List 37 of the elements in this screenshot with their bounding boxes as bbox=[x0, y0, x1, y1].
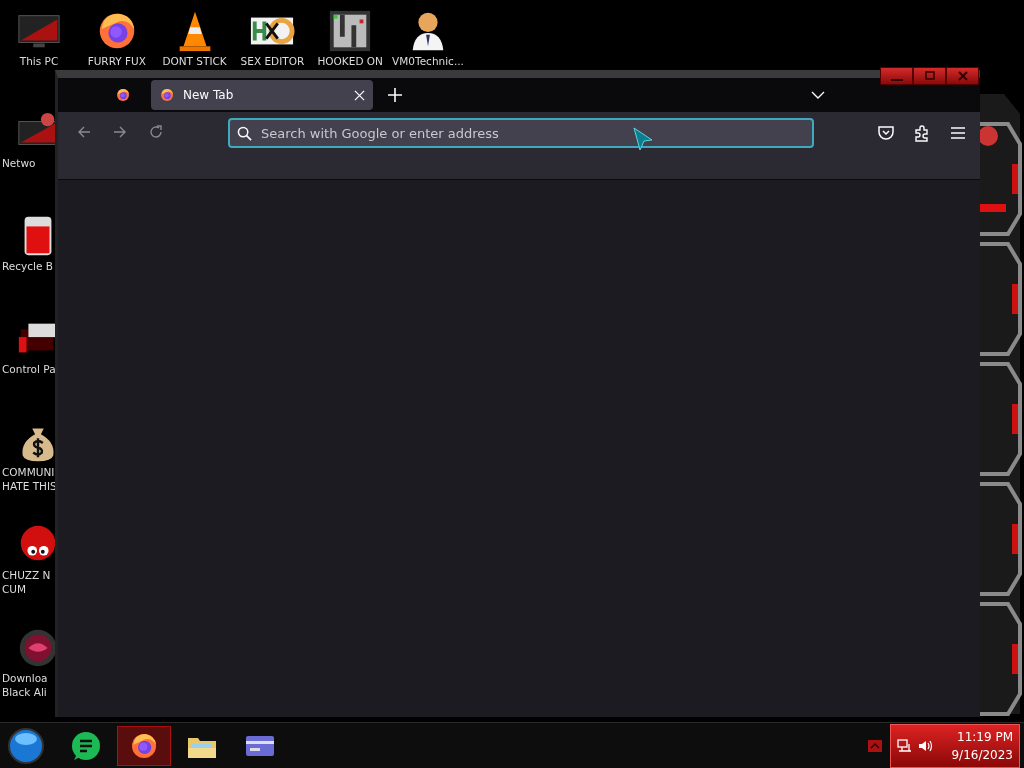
chat-icon bbox=[70, 730, 102, 762]
maximize-button[interactable] bbox=[913, 67, 946, 85]
address-field[interactable]: Search with Google or enter address bbox=[228, 118, 814, 148]
minimize-icon bbox=[890, 79, 903, 81]
clock-time[interactable]: 11:19 PM bbox=[957, 728, 1013, 746]
icon-label[interactable]: CUM bbox=[2, 582, 27, 596]
close-icon bbox=[956, 71, 969, 81]
icon-label[interactable]: Netwo bbox=[2, 156, 36, 170]
icon-label[interactable]: Control Pa bbox=[2, 362, 56, 376]
icon-label[interactable]: Downloa bbox=[2, 671, 48, 685]
tab-title: New Tab bbox=[183, 88, 235, 102]
clock-date[interactable]: 9/16/2023 bbox=[951, 746, 1013, 764]
pocket-icon[interactable] bbox=[876, 123, 896, 143]
icon-label[interactable]: This PC bbox=[19, 54, 59, 68]
icon-label[interactable]: FURRY FUX bbox=[87, 54, 146, 68]
minimize-button[interactable] bbox=[880, 67, 913, 85]
network-icon[interactable] bbox=[897, 738, 913, 754]
new-tab-icon[interactable] bbox=[385, 85, 405, 105]
icon-label[interactable]: Black Ali bbox=[2, 685, 47, 699]
icon-label[interactable]: DONT STICK bbox=[162, 54, 227, 68]
icon-label[interactable]: HOOKED ON bbox=[317, 54, 383, 68]
icon-label[interactable]: COMMUNI bbox=[2, 465, 55, 479]
icon-label[interactable]: VM0Technic... bbox=[392, 54, 464, 68]
start-button[interactable] bbox=[7, 727, 45, 765]
icon-label[interactable]: Recycle B bbox=[2, 259, 53, 273]
volume-icon[interactable] bbox=[917, 738, 933, 754]
taskbar-button[interactable] bbox=[117, 726, 171, 766]
firefox-icon bbox=[159, 87, 175, 103]
close-icon[interactable] bbox=[354, 89, 365, 101]
cursor-icon bbox=[632, 126, 654, 152]
icon-label[interactable]: CHUZZ N bbox=[2, 568, 51, 582]
firefox-icon bbox=[115, 87, 131, 103]
browser-tab[interactable]: New Tab bbox=[151, 80, 373, 110]
chevron-icon[interactable] bbox=[811, 90, 825, 100]
maximize-icon bbox=[923, 71, 936, 81]
close-button[interactable] bbox=[946, 67, 979, 85]
icon-label[interactable]: SEX EDITOR bbox=[240, 54, 305, 68]
